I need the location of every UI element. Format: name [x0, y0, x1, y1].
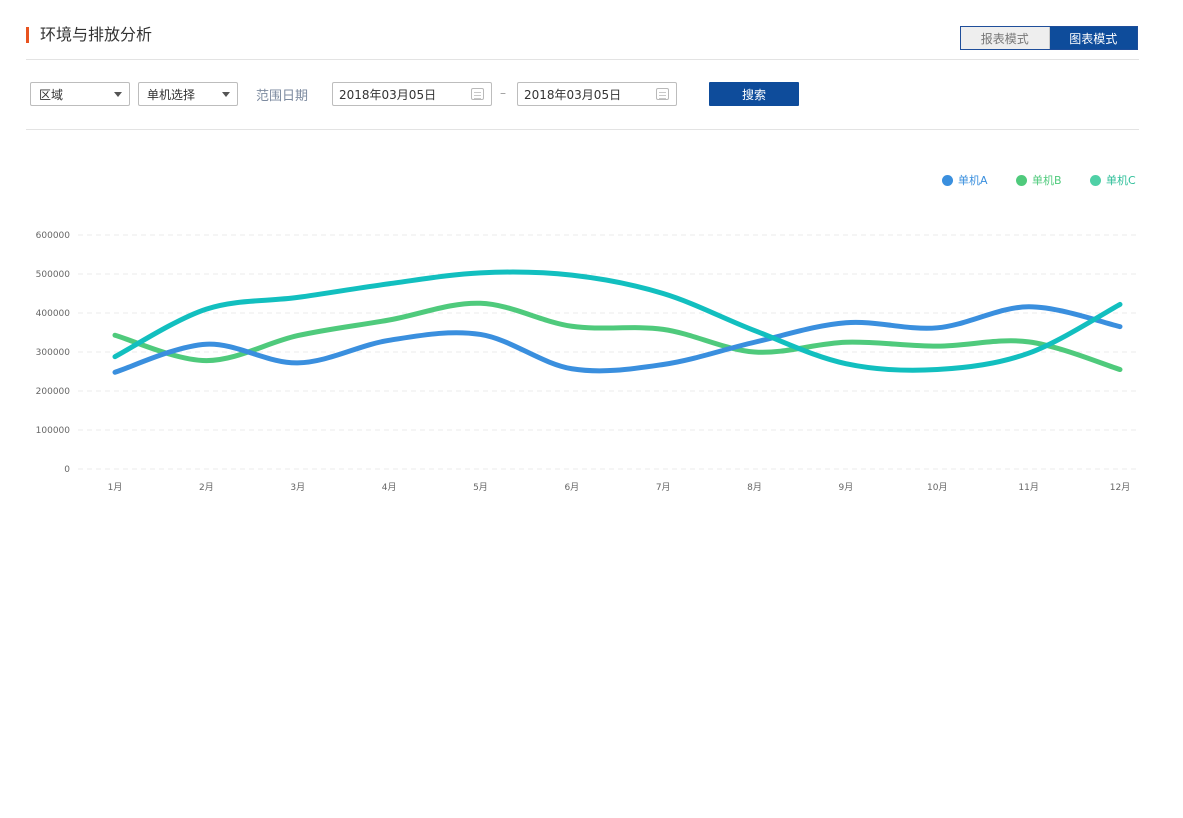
line-chart: 0 100000 200000 300000 400000 500000 600000 1月 2… [36, 231, 1140, 493]
y-tick-label: 100000 [36, 426, 71, 436]
y-tick-label: 400000 [36, 309, 71, 319]
x-tick-label: 6月 [564, 482, 579, 493]
x-tick-label: 5月 [473, 482, 488, 493]
x-tick-label: 10月 [927, 482, 947, 493]
y-tick-label: 300000 [36, 348, 71, 358]
x-tick-label: 9月 [839, 482, 854, 493]
series-line-a [112, 304, 1123, 375]
y-tick-label: 200000 [36, 387, 71, 397]
x-tick-label: 4月 [382, 482, 397, 493]
x-tick-label: 1月 [108, 482, 123, 493]
x-tick-label: 7月 [656, 482, 671, 493]
x-tick-label: 2月 [199, 482, 214, 493]
x-tick-label: 12月 [1110, 482, 1130, 493]
x-tick-label: 11月 [1018, 482, 1038, 493]
y-tick-label: 600000 [36, 231, 71, 241]
y-tick-label: 0 [64, 465, 70, 475]
x-tick-label: 8月 [747, 482, 762, 493]
x-tick-label: 3月 [290, 482, 305, 493]
y-tick-label: 500000 [36, 270, 71, 280]
